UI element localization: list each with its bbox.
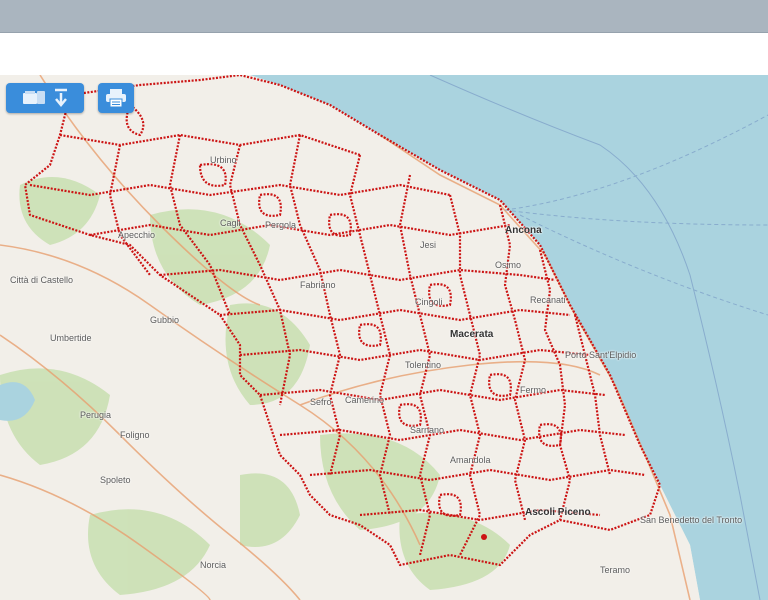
place-label: Macerata — [450, 329, 494, 340]
place-label: Fabriano — [300, 280, 336, 290]
place-label: Urbino — [210, 155, 237, 165]
place-label: Cagli — [220, 218, 241, 228]
place-label: Gubbio — [150, 315, 180, 325]
place-label: Cingoli — [415, 297, 443, 307]
place-label: Pergola — [265, 220, 297, 230]
location-marker — [481, 534, 487, 540]
download-arrow-icon — [53, 88, 69, 108]
place-label: Porto Sant'Elpidio — [565, 350, 637, 360]
place-label: Osimo — [495, 260, 522, 270]
place-label: Apecchio — [118, 230, 156, 240]
place-label: Città di Castello — [10, 275, 74, 285]
place-label: Teramo — [600, 565, 631, 575]
place-label: Fermo — [520, 385, 547, 395]
layers-icon — [21, 89, 47, 107]
place-label: Foligno — [120, 430, 150, 440]
place-label: Umbertide — [50, 333, 92, 343]
place-label: Perugia — [80, 410, 112, 420]
place-label: Amandola — [450, 455, 491, 465]
place-label: Sarnano — [410, 425, 445, 435]
map-view[interactable]: Urbino Cagli Pergola Apecchio Ancona Jes… — [0, 75, 768, 600]
place-label: Recanati — [530, 295, 566, 305]
place-label: Ancona — [505, 225, 542, 236]
place-label: Tolentino — [405, 360, 442, 370]
printer-icon — [104, 88, 128, 108]
place-label: Camerino — [345, 395, 385, 405]
export-button[interactable] — [6, 83, 84, 113]
place-label: Norcia — [200, 560, 227, 570]
place-label: Jesi — [420, 240, 437, 250]
place-label: Ascoli Piceno — [525, 507, 591, 518]
place-label: San Benedetto del Tronto — [640, 515, 743, 525]
print-button[interactable] — [98, 83, 134, 113]
place-label: Spoleto — [100, 475, 131, 485]
toolbar-strip — [0, 33, 768, 75]
window-title-bar — [0, 0, 768, 33]
place-label: Sefro — [310, 397, 332, 407]
